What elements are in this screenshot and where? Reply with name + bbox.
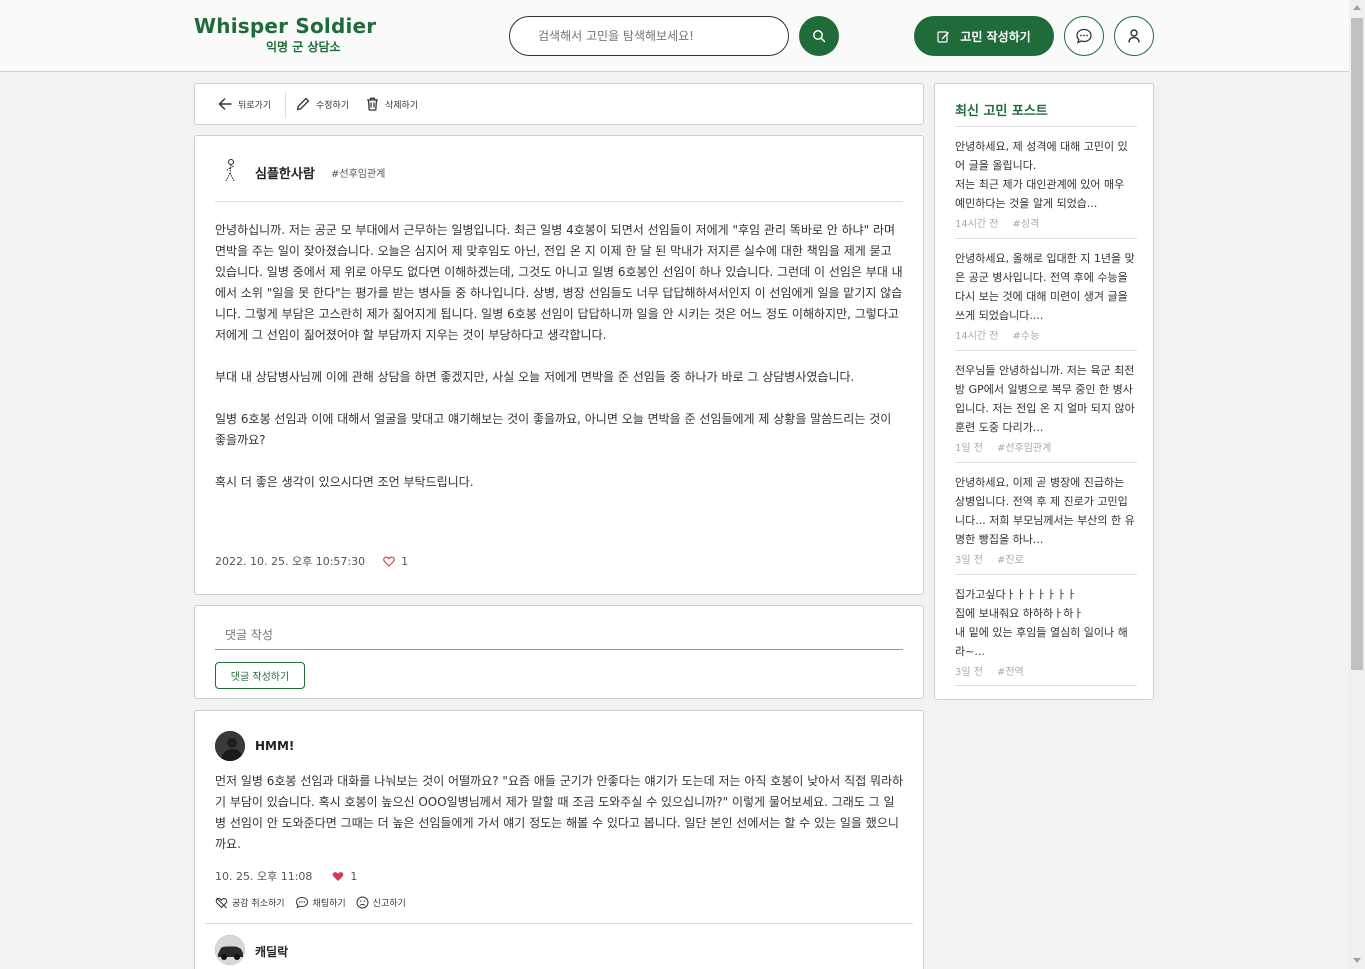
comment-body: 먼저 일병 6호봉 선임과 대화를 나눠보는 것이 어떨까요? "요즘 애들 군… — [215, 774, 904, 851]
chat-bubble-icon — [295, 896, 308, 909]
comment-like-count: 1 — [350, 869, 358, 883]
avatar-photo-icon — [215, 731, 245, 761]
chat-author-button[interactable]: 채팅하기 — [295, 896, 346, 909]
recent-post-time: 14시간 전 — [955, 331, 999, 342]
post-header: 심플한사람 #선후임관계 — [215, 154, 903, 202]
scroll-down-icon[interactable] — [1353, 958, 1361, 963]
post-like-count: 1 — [401, 554, 409, 568]
comment-author[interactable]: HMM! — [255, 739, 294, 753]
post-tag[interactable]: #선후임관계 — [331, 165, 385, 180]
report-button[interactable]: 신고하기 — [356, 896, 406, 909]
recent-post-meta: 1일 전 #선후임관계 — [955, 439, 1137, 454]
chat-bubble-icon — [1076, 28, 1092, 44]
recent-post-meta: 14시간 전 #수능 — [955, 327, 1137, 342]
recent-post-item[interactable]: 안녕하세요, 이제 곧 병장에 진급하는 상병입니다. 전역 후 제 진로가 고… — [955, 462, 1137, 574]
recent-post-tag: #전역 — [996, 667, 1024, 678]
scrollbar-thumb[interactable] — [1351, 18, 1363, 670]
comment-divider — [205, 923, 913, 924]
heart-slash-icon — [215, 897, 228, 908]
post-date: 2022. 10. 25. 오후 10:57:30 — [215, 555, 366, 568]
logo-subtitle: 익명 군 상담소 — [266, 40, 341, 54]
car-photo-icon — [215, 935, 245, 965]
comment-avatar[interactable] — [215, 731, 245, 761]
post-toolbar: 뒤로가기 수정하기 삭제하기 — [194, 83, 924, 125]
search-button[interactable] — [799, 16, 839, 56]
recent-post-time: 3일 전 — [955, 667, 983, 678]
post-paragraph: 일병 6호봉 선임과 이에 대해서 얼굴을 맞대고 얘기해보는 것이 좋을까요,… — [215, 412, 892, 447]
author-avatar[interactable] — [215, 156, 245, 186]
comment-form: 댓글 작성하기 — [194, 605, 924, 699]
comment-avatar[interactable] — [215, 935, 245, 965]
post-meta: 2022. 10. 25. 오후 10:57:30 1 — [215, 553, 408, 569]
recent-post-text: 안녕하세요, 제 성격에 대해 고민이 있어 글을 올립니다. 저는 최근 제가… — [955, 140, 1128, 210]
toolbar-divider — [285, 92, 286, 118]
write-post-button[interactable]: 고민 작성하기 — [914, 16, 1054, 56]
pencil-icon — [296, 97, 310, 111]
comment-actions: 공감 취소하기 채팅하기 신고하기 — [215, 896, 406, 909]
sidebar-title: 최신 고민 포스트 — [955, 104, 1048, 119]
delete-label: 삭제하기 — [385, 100, 419, 111]
post-paragraph: 안녕하십니까. 저는 공군 모 부대에서 근무하는 일병입니다. 최근 일병 4… — [215, 223, 903, 342]
heart-filled-icon — [333, 871, 344, 881]
comment-date: 10. 25. 오후 11:08 — [215, 870, 313, 883]
chat-button[interactable] — [1064, 16, 1104, 56]
delete-button[interactable]: 삭제하기 — [365, 96, 418, 112]
chat-author-label: 채팅하기 — [312, 899, 346, 909]
comment-like-button[interactable]: 1 — [332, 870, 357, 883]
post-author-name[interactable]: 심플한사람 — [255, 163, 315, 182]
profile-button[interactable] — [1114, 16, 1154, 56]
heart-outline-icon — [383, 556, 395, 567]
edit-icon — [937, 30, 950, 43]
comment-submit-button[interactable]: 댓글 작성하기 — [215, 662, 305, 689]
back-label: 뒤로가기 — [238, 100, 272, 111]
recent-post-text: 전우님들 안녕하십니까. 저는 육군 최전방 GP에서 일병으로 복무 중인 한… — [955, 364, 1135, 434]
arrow-left-icon — [218, 98, 232, 110]
post-card: 심플한사람 #선후임관계 안녕하십니까. 저는 공군 모 부대에서 근무하는 일… — [194, 135, 924, 595]
report-label: 신고하기 — [372, 899, 406, 909]
logo-title[interactable]: Whisper Soldier — [194, 14, 376, 38]
page-scrollbar[interactable] — [1349, 0, 1365, 969]
post-like-button[interactable]: 1 — [383, 555, 408, 568]
post-paragraph: 부대 내 상담병사님께 이에 관해 상담을 하면 좋겠지만, 사실 오늘 저에게… — [215, 370, 855, 384]
recent-post-item[interactable]: 안녕하세요, 올해로 입대한 지 1년을 맞은 공군 병사입니다. 전역 후에 … — [955, 238, 1137, 350]
back-button[interactable]: 뒤로가기 — [217, 96, 271, 112]
recent-post-item[interactable]: 안녕하세요, 제 성격에 대해 고민이 있어 글을 올립니다. 저는 최근 제가… — [955, 126, 1137, 238]
recent-post-text: 안녕하세요, 올해로 입대한 지 1년을 맞은 공군 병사입니다. 전역 후에 … — [955, 252, 1135, 322]
recent-post-text: 안녕하세요, 이제 곧 병장에 진급하는 상병입니다. 전역 후 제 진로가 고… — [955, 476, 1135, 546]
recent-post-time: 1일 전 — [955, 443, 983, 454]
comment-meta: 10. 25. 오후 11:08 1 — [215, 868, 357, 884]
comment-input[interactable] — [215, 620, 903, 650]
unlike-button[interactable]: 공감 취소하기 — [215, 896, 285, 909]
recent-post-meta: 3일 전 #전역 — [955, 663, 1137, 678]
frown-face-icon — [356, 896, 369, 909]
unlike-label: 공감 취소하기 — [232, 899, 285, 909]
recent-post-time: 14시간 전 — [955, 219, 999, 230]
recent-post-text: 집가고싶다ㅏㅏㅏㅏㅏㅏㅏ 집에 보내줘요 하하하ㅏ하ㅏ 내 밑에 있는 후임들 … — [955, 588, 1128, 658]
edit-label: 수정하기 — [316, 100, 350, 111]
recent-post-tag: #성격 — [1012, 219, 1040, 230]
scroll-up-icon[interactable] — [1353, 5, 1361, 10]
comment-list: HMM! 먼저 일병 6호봉 선임과 대화를 나눠보는 것이 어떨까요? "요즘… — [194, 710, 924, 969]
recent-post-item[interactable]: 집가고싶다ㅏㅏㅏㅏㅏㅏㅏ 집에 보내줘요 하하하ㅏ하ㅏ 내 밑에 있는 후임들 … — [955, 574, 1137, 686]
recent-post-tag: #진로 — [996, 555, 1024, 566]
recent-post-meta: 14시간 전 #성격 — [955, 215, 1137, 230]
recent-post-meta: 3일 전 #진로 — [955, 551, 1137, 566]
post-paragraph: 혹시 더 좋은 생각이 있으시다면 조언 부탁드립니다. — [215, 475, 474, 489]
edit-button[interactable]: 수정하기 — [295, 96, 349, 112]
write-post-label: 고민 작성하기 — [960, 29, 1031, 44]
top-header: Whisper Soldier 익명 군 상담소 고민 작성하기 — [0, 0, 1349, 72]
recent-post-tag: #수능 — [1012, 331, 1040, 342]
trash-icon — [367, 97, 378, 111]
recent-posts-list: 안녕하세요, 제 성격에 대해 고민이 있어 글을 올립니다. 저는 최근 제가… — [955, 126, 1137, 686]
comment-author[interactable]: 캐딜락 — [255, 943, 288, 960]
recent-post-tag: #선후임관계 — [996, 443, 1052, 454]
stick-figure-icon — [225, 159, 235, 182]
recent-post-item[interactable]: 전우님들 안녕하십니까. 저는 육군 최전방 GP에서 일병으로 복무 중인 한… — [955, 350, 1137, 462]
recent-post-time: 3일 전 — [955, 555, 983, 566]
user-icon — [1128, 29, 1140, 43]
search-input[interactable] — [509, 16, 789, 56]
recent-posts-sidebar: 최신 고민 포스트 안녕하세요, 제 성격에 대해 고민이 있어 글을 올립니다… — [934, 83, 1154, 700]
post-body: 안녕하십니까. 저는 공군 모 부대에서 근무하는 일병입니다. 최근 일병 4… — [215, 220, 905, 514]
search-icon — [813, 30, 826, 43]
